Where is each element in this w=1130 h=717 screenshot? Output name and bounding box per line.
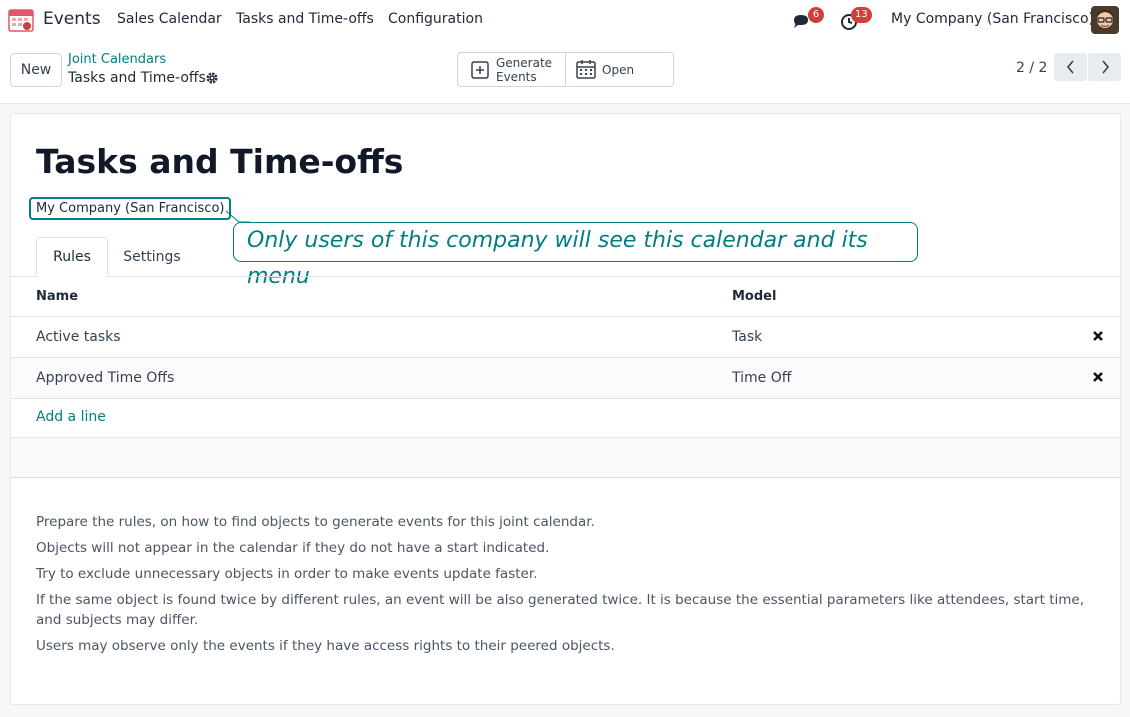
control-panel: New Joint Calendars Tasks and Time-offs … (0, 40, 1130, 104)
top-navbar: Events Sales Calendar Tasks and Time-off… (0, 0, 1130, 40)
notebook-tabs: Rules Settings (11, 237, 1120, 277)
new-button[interactable]: New (10, 53, 62, 87)
calendar-app-icon[interactable] (8, 7, 34, 33)
help-line: Prepare the rules, on how to find object… (36, 514, 595, 530)
open-label: Open (602, 63, 635, 77)
menu-tasks-and-time-offs[interactable]: Tasks and Time-offs (236, 11, 374, 27)
empty-row (11, 438, 1120, 478)
help-line: Users may observe only the events if the… (36, 638, 615, 654)
row-model[interactable]: Task (732, 329, 762, 345)
plus-square-icon (471, 61, 489, 79)
tab-rules[interactable]: Rules (36, 237, 108, 277)
tab-settings[interactable]: Settings (108, 237, 196, 277)
activities-badge: 13 (851, 7, 872, 23)
help-line: Objects will not appear in the calendar … (36, 540, 550, 556)
help-text: Prepare the rules, on how to find object… (36, 512, 1096, 662)
menu-sales-calendar[interactable]: Sales Calendar (117, 11, 222, 27)
pager-previous-button[interactable] (1054, 53, 1087, 81)
row-model[interactable]: Time Off (732, 370, 791, 386)
breadcrumb-current: Tasks and Time-offs (68, 70, 206, 86)
pager-value[interactable]: 2 / 2 (1016, 60, 1047, 76)
table-row[interactable]: Active tasks Task (11, 317, 1120, 358)
add-line-link[interactable]: Add a line (36, 409, 106, 425)
company-field[interactable]: My Company (San Francisco) (29, 197, 232, 220)
calendar-icon (575, 58, 597, 80)
table-header: Name Model (11, 277, 1120, 317)
record-title[interactable]: Tasks and Time-offs (36, 142, 403, 181)
pager-next-button[interactable] (1088, 53, 1121, 81)
chevron-left-icon (1066, 60, 1074, 74)
messages-badge: 6 (808, 7, 824, 23)
chevron-right-icon (1101, 60, 1109, 74)
delete-row-icon[interactable] (1091, 370, 1105, 384)
row-name[interactable]: Approved Time Offs (36, 370, 174, 386)
column-header-name[interactable]: Name (36, 289, 78, 304)
add-line-row: Add a line (11, 398, 1120, 438)
open-button[interactable]: Open (566, 53, 673, 86)
help-line: If the same object is found twice by dif… (36, 592, 1084, 628)
row-name[interactable]: Active tasks (36, 329, 121, 345)
app-name[interactable]: Events (43, 9, 101, 29)
delete-row-icon[interactable] (1091, 329, 1105, 343)
breadcrumb-parent[interactable]: Joint Calendars (68, 52, 166, 67)
company-switcher[interactable]: My Company (San Francisco) (891, 11, 1094, 27)
generate-events-label: Generate Events (496, 56, 553, 84)
user-avatar[interactable] (1091, 6, 1119, 34)
form-sheet: Tasks and Time-offs My Company (San Fran… (10, 113, 1121, 705)
action-button-group: Generate Events Open (457, 52, 674, 87)
generate-events-button[interactable]: Generate Events (458, 53, 566, 86)
menu-configuration[interactable]: Configuration (388, 11, 483, 27)
table-row[interactable]: Approved Time Offs Time Off (11, 358, 1120, 399)
help-line: Try to exclude unnecessary objects in or… (36, 566, 538, 582)
gear-icon[interactable] (205, 71, 219, 85)
column-header-model[interactable]: Model (732, 289, 776, 304)
